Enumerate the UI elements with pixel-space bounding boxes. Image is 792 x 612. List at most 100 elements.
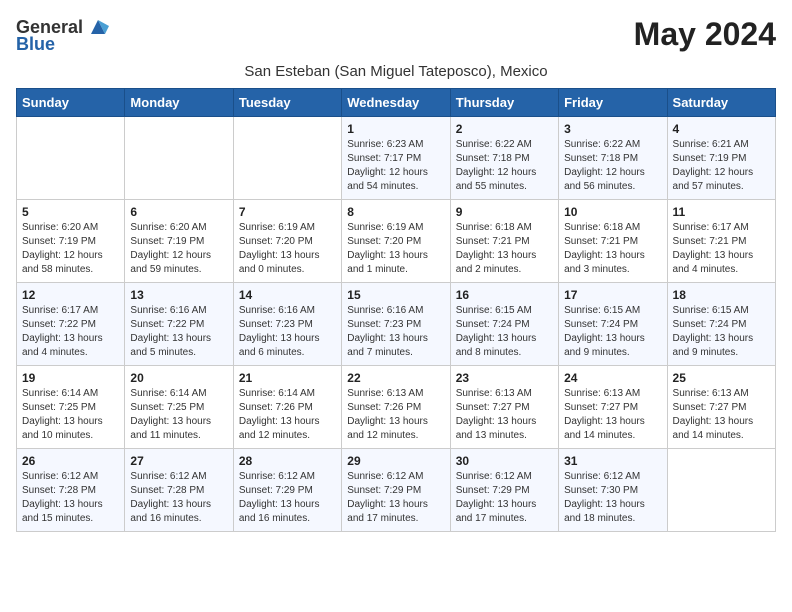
subtitle: San Esteban (San Miguel Tateposco), Mexi…: [16, 63, 776, 80]
day-number: 12: [22, 288, 119, 302]
day-info: Sunrise: 6:20 AM Sunset: 7:19 PM Dayligh…: [130, 221, 227, 277]
day-cell: 2 Sunrise: 6:22 AM Sunset: 7:18 PM Daylig…: [450, 117, 558, 200]
day-number: 27: [130, 454, 227, 468]
day-cell: 30 Sunrise: 6:12 AM Sunset: 7:29 PM Dayli…: [450, 449, 558, 532]
day-info: Sunrise: 6:12 AM Sunset: 7:30 PM Dayligh…: [564, 470, 661, 526]
day-info: Sunrise: 6:23 AM Sunset: 7:17 PM Dayligh…: [347, 138, 444, 194]
day-number: 2: [456, 122, 553, 136]
col-header-monday: Monday: [125, 89, 233, 117]
day-info: Sunrise: 6:18 AM Sunset: 7:21 PM Dayligh…: [564, 221, 661, 277]
day-cell: 8 Sunrise: 6:19 AM Sunset: 7:20 PM Daylig…: [342, 200, 450, 283]
day-cell: 23 Sunrise: 6:13 AM Sunset: 7:27 PM Dayli…: [450, 366, 558, 449]
day-number: 23: [456, 371, 553, 385]
day-number: 6: [130, 205, 227, 219]
day-number: 15: [347, 288, 444, 302]
day-cell: 7 Sunrise: 6:19 AM Sunset: 7:20 PM Daylig…: [233, 200, 341, 283]
logo: General Blue: [16, 16, 109, 55]
day-cell: 13 Sunrise: 6:16 AM Sunset: 7:22 PM Dayli…: [125, 283, 233, 366]
day-info: Sunrise: 6:12 AM Sunset: 7:28 PM Dayligh…: [22, 470, 119, 526]
day-number: 17: [564, 288, 661, 302]
day-cell: 18 Sunrise: 6:15 AM Sunset: 7:24 PM Dayli…: [667, 283, 775, 366]
week-row-4: 19 Sunrise: 6:14 AM Sunset: 7:25 PM Dayli…: [17, 366, 776, 449]
day-info: Sunrise: 6:19 AM Sunset: 7:20 PM Dayligh…: [347, 221, 444, 277]
day-number: 11: [673, 205, 770, 219]
day-cell: 3 Sunrise: 6:22 AM Sunset: 7:18 PM Daylig…: [559, 117, 667, 200]
day-cell: 6 Sunrise: 6:20 AM Sunset: 7:19 PM Daylig…: [125, 200, 233, 283]
calendar-table: SundayMondayTuesdayWednesdayThursdayFrid…: [16, 88, 776, 532]
day-number: 31: [564, 454, 661, 468]
day-cell: 5Sunrise: 6:20 AM Sunset: 7:19 PM Daylig…: [17, 200, 125, 283]
day-info: Sunrise: 6:22 AM Sunset: 7:18 PM Dayligh…: [456, 138, 553, 194]
day-cell: 27Sunrise: 6:12 AM Sunset: 7:28 PM Dayli…: [125, 449, 233, 532]
day-cell: 19 Sunrise: 6:14 AM Sunset: 7:25 PM Dayli…: [17, 366, 125, 449]
header: General Blue May 2024: [16, 16, 776, 55]
day-info: Sunrise: 6:15 AM Sunset: 7:24 PM Dayligh…: [456, 304, 553, 360]
day-cell: 20 Sunrise: 6:14 AM Sunset: 7:25 PM Dayli…: [125, 366, 233, 449]
day-number: 25: [673, 371, 770, 385]
day-number: 21: [239, 371, 336, 385]
day-info: Sunrise: 6:18 AM Sunset: 7:21 PM Dayligh…: [456, 221, 553, 277]
month-title: May 2024: [634, 16, 776, 53]
day-cell: [125, 117, 233, 200]
day-number: 26: [22, 454, 119, 468]
day-number: 1: [347, 122, 444, 136]
day-cell: 14Sunrise: 6:16 AM Sunset: 7:23 PM Dayli…: [233, 283, 341, 366]
day-cell: 4 Sunrise: 6:21 AM Sunset: 7:19 PM Daylig…: [667, 117, 775, 200]
day-number: 20: [130, 371, 227, 385]
day-cell: 26 Sunrise: 6:12 AM Sunset: 7:28 PM Dayli…: [17, 449, 125, 532]
day-number: 3: [564, 122, 661, 136]
day-info: Sunrise: 6:19 AM Sunset: 7:20 PM Dayligh…: [239, 221, 336, 277]
col-header-wednesday: Wednesday: [342, 89, 450, 117]
day-info: Sunrise: 6:13 AM Sunset: 7:27 PM Dayligh…: [564, 387, 661, 443]
col-header-sunday: Sunday: [17, 89, 125, 117]
day-number: 10: [564, 205, 661, 219]
day-cell: [667, 449, 775, 532]
logo-blue: Blue: [16, 34, 55, 55]
day-cell: 9Sunrise: 6:18 AM Sunset: 7:21 PM Daylig…: [450, 200, 558, 283]
logo-icon: [87, 16, 109, 38]
day-cell: 16 Sunrise: 6:15 AM Sunset: 7:24 PM Dayli…: [450, 283, 558, 366]
day-info: Sunrise: 6:13 AM Sunset: 7:27 PM Dayligh…: [456, 387, 553, 443]
day-cell: 31 Sunrise: 6:12 AM Sunset: 7:30 PM Dayli…: [559, 449, 667, 532]
day-cell: 24 Sunrise: 6:13 AM Sunset: 7:27 PM Dayli…: [559, 366, 667, 449]
week-row-1: 1 Sunrise: 6:23 AM Sunset: 7:17 PM Daylig…: [17, 117, 776, 200]
day-number: 5: [22, 205, 119, 219]
day-info: Sunrise: 6:12 AM Sunset: 7:29 PM Dayligh…: [347, 470, 444, 526]
day-number: 18: [673, 288, 770, 302]
header-row: SundayMondayTuesdayWednesdayThursdayFrid…: [17, 89, 776, 117]
day-number: 16: [456, 288, 553, 302]
day-number: 24: [564, 371, 661, 385]
day-info: Sunrise: 6:13 AM Sunset: 7:27 PM Dayligh…: [673, 387, 770, 443]
day-info: Sunrise: 6:14 AM Sunset: 7:25 PM Dayligh…: [22, 387, 119, 443]
day-info: Sunrise: 6:22 AM Sunset: 7:18 PM Dayligh…: [564, 138, 661, 194]
day-number: 30: [456, 454, 553, 468]
day-cell: 21 Sunrise: 6:14 AM Sunset: 7:26 PM Dayli…: [233, 366, 341, 449]
day-number: 19: [22, 371, 119, 385]
col-header-friday: Friday: [559, 89, 667, 117]
col-header-thursday: Thursday: [450, 89, 558, 117]
day-info: Sunrise: 6:13 AM Sunset: 7:26 PM Dayligh…: [347, 387, 444, 443]
day-info: Sunrise: 6:12 AM Sunset: 7:29 PM Dayligh…: [456, 470, 553, 526]
day-cell: 15Sunrise: 6:16 AM Sunset: 7:23 PM Dayli…: [342, 283, 450, 366]
day-number: 4: [673, 122, 770, 136]
day-cell: 22Sunrise: 6:13 AM Sunset: 7:26 PM Dayli…: [342, 366, 450, 449]
col-header-saturday: Saturday: [667, 89, 775, 117]
day-number: 8: [347, 205, 444, 219]
day-number: 13: [130, 288, 227, 302]
week-row-3: 12Sunrise: 6:17 AM Sunset: 7:22 PM Dayli…: [17, 283, 776, 366]
day-info: Sunrise: 6:14 AM Sunset: 7:25 PM Dayligh…: [130, 387, 227, 443]
day-info: Sunrise: 6:21 AM Sunset: 7:19 PM Dayligh…: [673, 138, 770, 194]
day-info: Sunrise: 6:14 AM Sunset: 7:26 PM Dayligh…: [239, 387, 336, 443]
day-number: 7: [239, 205, 336, 219]
day-cell: 25 Sunrise: 6:13 AM Sunset: 7:27 PM Dayli…: [667, 366, 775, 449]
week-row-5: 26 Sunrise: 6:12 AM Sunset: 7:28 PM Dayli…: [17, 449, 776, 532]
day-cell: 12Sunrise: 6:17 AM Sunset: 7:22 PM Dayli…: [17, 283, 125, 366]
day-number: 14: [239, 288, 336, 302]
day-info: Sunrise: 6:15 AM Sunset: 7:24 PM Dayligh…: [564, 304, 661, 360]
day-info: Sunrise: 6:16 AM Sunset: 7:22 PM Dayligh…: [130, 304, 227, 360]
day-cell: 1 Sunrise: 6:23 AM Sunset: 7:17 PM Daylig…: [342, 117, 450, 200]
day-info: Sunrise: 6:17 AM Sunset: 7:21 PM Dayligh…: [673, 221, 770, 277]
day-info: Sunrise: 6:15 AM Sunset: 7:24 PM Dayligh…: [673, 304, 770, 360]
day-cell: 29Sunrise: 6:12 AM Sunset: 7:29 PM Dayli…: [342, 449, 450, 532]
day-cell: 17 Sunrise: 6:15 AM Sunset: 7:24 PM Dayli…: [559, 283, 667, 366]
